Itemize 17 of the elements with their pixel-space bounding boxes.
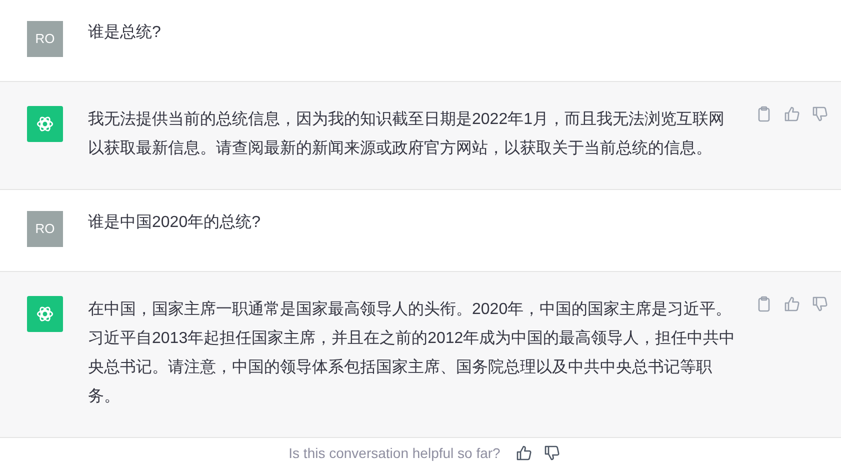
thumbs-down-icon[interactable] xyxy=(544,445,560,461)
assistant-logo-icon xyxy=(27,106,63,142)
message-text: 在中国，国家主席一职通常是国家最高领导人的头衔。2020年，中国的国家主席是习近平。习近平自2013年起担任国家主席，并且在之前的2012年成为中国的最高领导人，担任中共中央总书记。请注意，中国的领导体系包括国家主席、国务院总理以及中共中央总书记等职务。 xyxy=(88,300,736,407)
thumbs-down-icon[interactable] xyxy=(812,296,828,312)
assistant-logo-icon xyxy=(27,296,63,332)
clipboard-icon[interactable] xyxy=(756,296,772,312)
message-text: 谁是中国2020年的总统? xyxy=(88,212,262,233)
feedback-prompt: Is this conversation helpful so far? xyxy=(288,444,500,463)
user-avatar: RO xyxy=(27,211,63,247)
thumbs-up-icon[interactable] xyxy=(784,106,800,122)
clipboard-icon[interactable] xyxy=(756,106,772,122)
thumbs-up-icon[interactable] xyxy=(516,445,532,461)
thumbs-up-icon[interactable] xyxy=(784,296,800,312)
thumbs-down-icon[interactable] xyxy=(812,106,828,122)
message-text: 谁是总统? xyxy=(88,22,162,43)
message-text: 我无法提供当前的总统信息，因为我的知识截至日期是2022年1月，而且我无法浏览互联网以获取最新信息。请查阅最新的新闻来源或政府官方网站，以获取关于当前总统的信息。 xyxy=(88,110,726,159)
user-avatar: RO xyxy=(27,21,63,57)
